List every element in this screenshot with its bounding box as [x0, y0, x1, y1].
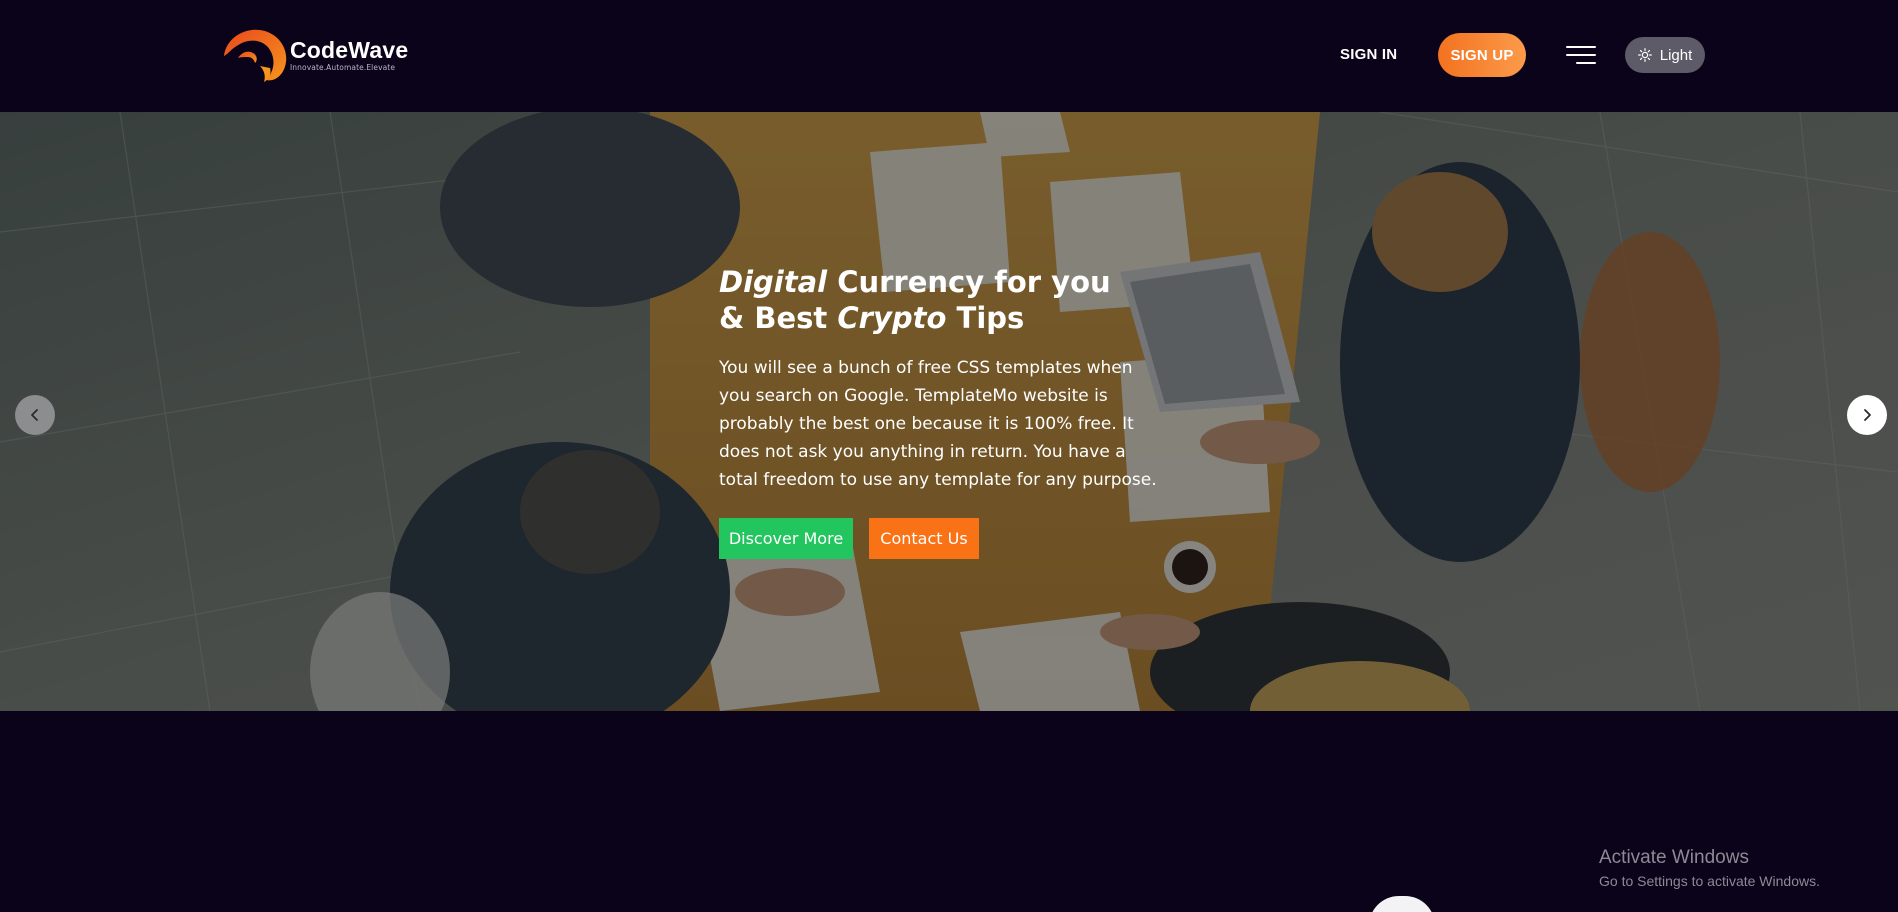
hero-title-line2-end: Tips [946, 301, 1025, 335]
site-header: CodeWave Innovate.Automate.Elevate SIGN … [0, 0, 1898, 112]
hero-title: Digital Currency for you & Best Crypto T… [719, 264, 1169, 336]
theme-toggle-label: Light [1659, 46, 1693, 64]
carousel-prev-button[interactable] [15, 395, 55, 435]
hero-content: Digital Currency for you & Best Crypto T… [719, 264, 1169, 559]
discover-more-button[interactable]: Discover More [719, 518, 853, 559]
hero-title-line2-start: & Best [719, 301, 838, 335]
brand-name: CodeWave [290, 37, 409, 63]
watermark-subtitle: Go to Settings to activate Windows. [1599, 873, 1820, 889]
contact-us-button[interactable]: Contact Us [869, 518, 979, 559]
chevron-right-icon [1864, 409, 1871, 421]
signin-link[interactable]: SIGN IN [1340, 43, 1397, 67]
wave-swirl-logo-icon [224, 29, 287, 82]
hero-buttons: Discover More Contact Us [719, 518, 1169, 559]
sun-icon [1637, 48, 1652, 62]
hamburger-menu-icon[interactable] [1566, 44, 1596, 66]
chevron-left-icon [31, 409, 38, 421]
carousel-next-button[interactable] [1847, 395, 1887, 435]
brand-tagline: Innovate.Automate.Elevate [290, 63, 396, 72]
hero-title-italic-digital: Digital [719, 265, 828, 299]
windows-activation-watermark: Activate Windows Go to Settings to activ… [1599, 846, 1889, 891]
hero-title-line1: Currency for you [827, 265, 1111, 299]
signup-button[interactable]: SIGN UP [1438, 33, 1526, 77]
section-image-peek [1369, 896, 1435, 912]
watermark-title: Activate Windows [1599, 847, 1749, 868]
hero-title-italic-crypto: Crypto [837, 301, 947, 335]
brand-logo[interactable]: CodeWave Innovate.Automate.Elevate [220, 26, 420, 84]
hero-carousel: Digital Currency for you & Best Crypto T… [0, 112, 1898, 711]
brand-text: CodeWave Innovate.Automate.Elevate [290, 38, 408, 72]
theme-toggle-button[interactable]: Light [1625, 37, 1705, 73]
hero-description: You will see a bunch of free CSS templat… [719, 358, 1157, 490]
